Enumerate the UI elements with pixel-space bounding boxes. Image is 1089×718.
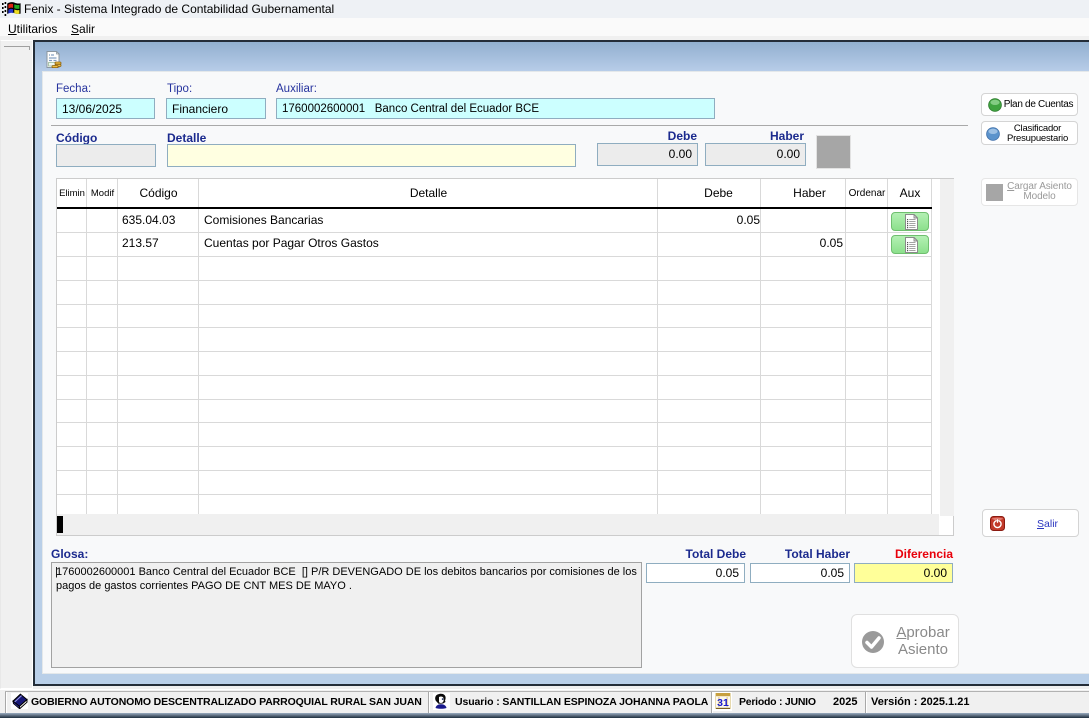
svg-text:31: 31 — [717, 697, 729, 709]
